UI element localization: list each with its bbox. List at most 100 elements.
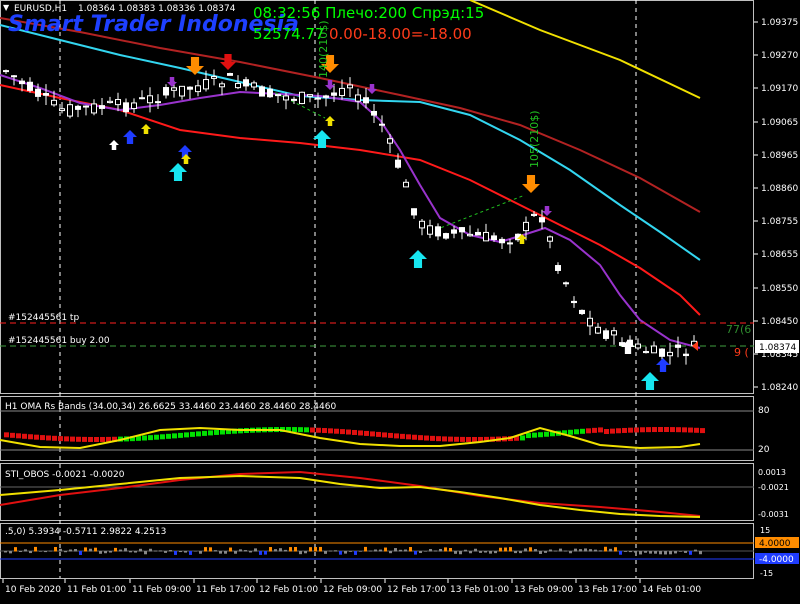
histogram-bar <box>694 549 697 552</box>
time-tick: 11 Feb 17:00 <box>196 585 255 595</box>
candle-body <box>611 330 617 336</box>
band-marker <box>646 427 651 433</box>
price-axis: 1.09375 1.09270 1.09170 1.09065 1.08965 1.088… <box>754 18 798 393</box>
candle-body <box>635 343 641 349</box>
histogram-bar <box>394 548 397 552</box>
histogram-bar <box>274 549 277 552</box>
histogram-bar <box>74 549 77 552</box>
candle-body <box>499 238 505 244</box>
candle-body <box>51 99 57 106</box>
band-marker <box>70 436 75 442</box>
histogram-bar <box>549 549 552 552</box>
histogram-bar <box>519 551 522 554</box>
band-marker <box>472 436 477 442</box>
histogram-bar <box>689 551 692 555</box>
histogram-bar <box>59 548 62 552</box>
histogram-bar <box>499 547 502 552</box>
band-marker <box>34 434 39 440</box>
buy-arrow-icon <box>641 372 659 390</box>
histogram-bar <box>629 551 632 553</box>
price-tick: 1.08860 <box>761 184 798 194</box>
histogram-bar <box>459 551 462 555</box>
histogram-bar <box>569 551 572 554</box>
histogram-bar <box>329 550 332 552</box>
histogram-bar <box>434 550 437 552</box>
histogram-bar <box>174 551 177 555</box>
histogram-bar <box>679 551 682 552</box>
candle-body <box>283 95 289 101</box>
histogram-bar <box>604 546 607 552</box>
candle-body <box>563 282 569 285</box>
buy-arrow-icon <box>169 163 187 181</box>
histogram-bar <box>94 547 97 552</box>
candle-body <box>571 300 577 304</box>
candle-body <box>675 344 681 348</box>
histogram-bar <box>444 547 447 552</box>
histogram-bar <box>429 549 432 552</box>
histogram-bar <box>154 550 157 552</box>
oma-level-80: 80 <box>758 406 770 416</box>
band-marker <box>160 434 165 440</box>
tp-right-label: 77(6 <box>726 323 751 336</box>
histogram-bar <box>379 549 382 552</box>
band-marker <box>592 427 597 433</box>
band-marker <box>352 429 357 435</box>
histogram-bar <box>399 549 402 552</box>
candlesticks <box>3 69 697 365</box>
candle-body <box>243 79 249 87</box>
histogram-bar <box>624 551 627 552</box>
sell-arrow-icon <box>167 77 177 87</box>
histogram-bar <box>269 547 272 552</box>
band-marker <box>94 436 99 442</box>
histogram-bar <box>589 549 592 552</box>
time-tick: 12 Feb 17:00 <box>387 585 446 595</box>
band-marker <box>172 433 177 439</box>
candle-body <box>435 226 441 237</box>
histogram-bar <box>194 550 197 552</box>
histogram-bar <box>4 551 7 553</box>
band-marker <box>376 431 381 437</box>
histogram-bar <box>119 549 122 552</box>
candle-body <box>195 85 201 93</box>
histogram-bar <box>554 550 557 552</box>
histogram-bar <box>439 548 442 552</box>
histogram-bar <box>669 551 672 555</box>
band-marker <box>214 429 219 435</box>
candle-body <box>643 351 649 354</box>
band-marker <box>382 432 387 438</box>
candle-body <box>115 99 121 106</box>
chart-canvas[interactable]: #152445561 tp #152445561 buy 2.00 77(6 9… <box>0 0 800 600</box>
candle-body <box>83 105 89 108</box>
candle-body <box>595 326 601 334</box>
histogram-bar <box>219 551 222 554</box>
histogram-bar <box>509 547 512 552</box>
candle-body <box>323 95 329 98</box>
candle-body <box>155 101 161 104</box>
band-marker <box>454 436 459 442</box>
histogram-bar <box>369 550 372 552</box>
buy-arrow-icon <box>409 250 427 268</box>
oma-level-20: 20 <box>758 445 770 455</box>
histogram-bar <box>484 551 487 553</box>
band-marker <box>58 436 63 442</box>
histogram-bar <box>294 546 297 552</box>
histogram-bar <box>204 547 207 552</box>
band-marker <box>4 432 9 438</box>
histogram-bar <box>389 551 392 554</box>
band-marker <box>40 435 45 441</box>
candle-body <box>443 233 449 239</box>
vertical-profit-label-1: 140(210$) <box>317 20 330 78</box>
histogram-bar <box>414 551 417 555</box>
band-marker <box>304 427 309 433</box>
band-marker <box>88 436 93 442</box>
histogram-bar <box>424 551 427 552</box>
histogram-bar <box>454 551 457 554</box>
histogram-bar <box>469 551 472 554</box>
time-tick: 12 Feb 01:00 <box>259 585 318 595</box>
histogram-bar <box>544 551 547 553</box>
obos-level-2: -0.0021 <box>758 483 789 492</box>
histogram-bar <box>674 551 677 554</box>
sell-arrow-icon <box>542 206 552 216</box>
candle-body <box>659 348 665 357</box>
band-marker <box>544 431 549 437</box>
